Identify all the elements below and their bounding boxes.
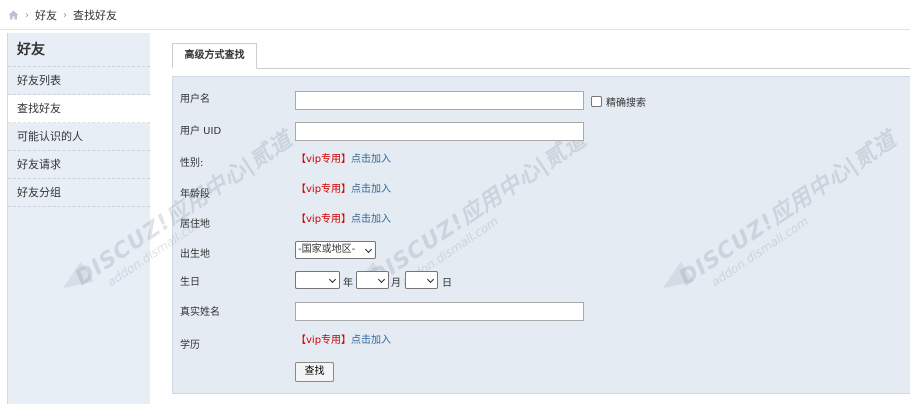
education-vip-notice: 【vip专用】点击加入 bbox=[296, 334, 391, 348]
chevron-down-icon bbox=[328, 275, 337, 284]
vip-tag: 【vip专用】 bbox=[296, 214, 352, 225]
month-unit: 月 bbox=[391, 278, 401, 289]
breadcrumb-separator: › bbox=[63, 9, 67, 21]
join-vip-link[interactable]: 点击加入 bbox=[351, 335, 391, 346]
gender-vip-notice: 【vip专用】点击加入 bbox=[296, 153, 391, 167]
breadcrumb-item-find-friends[interactable]: 查找好友 bbox=[73, 7, 117, 23]
vip-tag: 【vip专用】 bbox=[296, 335, 352, 346]
username-input[interactable] bbox=[295, 91, 584, 110]
join-vip-link[interactable]: 点击加入 bbox=[351, 154, 391, 165]
day-unit: 日 bbox=[442, 278, 452, 289]
birth-day-select[interactable] bbox=[405, 271, 438, 289]
sidebar-item-find-friends[interactable]: 查找好友 bbox=[8, 95, 150, 123]
header-divider bbox=[0, 29, 910, 30]
education-label: 学历 bbox=[180, 340, 200, 351]
birth-month-select[interactable] bbox=[356, 271, 389, 289]
tab-bar: 高级方式查找 bbox=[172, 43, 910, 69]
gender-label: 性别: bbox=[180, 158, 204, 169]
birthplace-label: 出生地 bbox=[180, 249, 210, 260]
search-button[interactable]: 查找 bbox=[295, 362, 334, 382]
vip-tag: 【vip专用】 bbox=[296, 184, 352, 195]
breadcrumb: › 好友 › 查找好友 bbox=[7, 6, 117, 24]
sidebar-item-friend-list[interactable]: 好友列表 bbox=[8, 67, 150, 95]
home-icon[interactable] bbox=[7, 10, 19, 21]
age-vip-notice: 【vip专用】点击加入 bbox=[296, 183, 391, 197]
tab-advanced-search[interactable]: 高级方式查找 bbox=[172, 43, 257, 69]
vip-tag: 【vip专用】 bbox=[296, 154, 352, 165]
username-label: 用户名 bbox=[180, 94, 210, 105]
chevron-down-icon bbox=[364, 245, 373, 254]
exact-search-option[interactable]: 精确搜索 bbox=[591, 94, 646, 109]
sidebar-item-friend-requests[interactable]: 好友请求 bbox=[8, 151, 150, 179]
sidebar: 好友 好友列表 查找好友 可能认识的人 好友请求 好友分组 bbox=[7, 33, 150, 404]
chevron-down-icon bbox=[426, 275, 435, 284]
join-vip-link[interactable]: 点击加入 bbox=[351, 214, 391, 225]
join-vip-link[interactable]: 点击加入 bbox=[351, 184, 391, 195]
sidebar-item-friend-groups[interactable]: 好友分组 bbox=[8, 179, 150, 207]
birthplace-select[interactable]: -国家或地区- bbox=[295, 241, 376, 259]
exact-search-label: 精确搜索 bbox=[606, 98, 646, 109]
birth-year-select[interactable] bbox=[295, 271, 340, 289]
sidebar-title: 好友 bbox=[8, 33, 150, 67]
exact-search-checkbox[interactable] bbox=[591, 96, 602, 107]
real-name-input[interactable] bbox=[295, 302, 584, 321]
sidebar-item-people-you-may-know[interactable]: 可能认识的人 bbox=[8, 123, 150, 151]
uid-label: 用户 UID bbox=[180, 126, 222, 137]
breadcrumb-item-friends[interactable]: 好友 bbox=[35, 7, 57, 23]
real-name-label: 真实姓名 bbox=[180, 307, 220, 318]
residence-label: 居住地 bbox=[180, 219, 210, 230]
year-unit: 年 bbox=[343, 278, 353, 289]
uid-input[interactable] bbox=[295, 122, 584, 141]
age-range-label: 年龄段 bbox=[180, 189, 210, 200]
birthplace-selected: -国家或地区- bbox=[298, 244, 356, 255]
birthday-label: 生日 bbox=[180, 277, 200, 288]
chevron-down-icon bbox=[377, 275, 386, 284]
breadcrumb-separator: › bbox=[25, 9, 29, 21]
residence-vip-notice: 【vip专用】点击加入 bbox=[296, 213, 391, 227]
